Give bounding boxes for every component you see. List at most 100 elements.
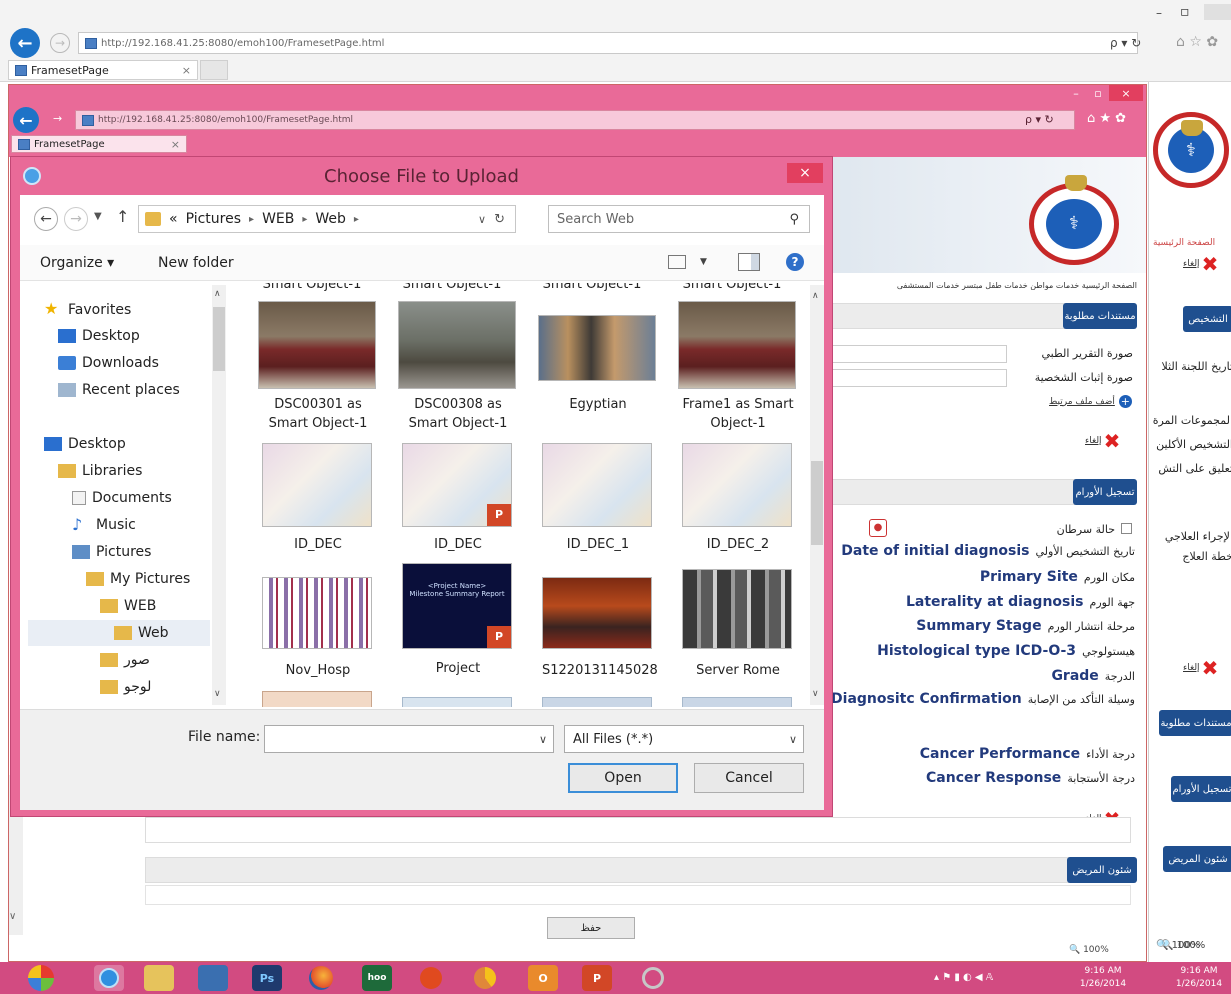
inner-zoom-indicator[interactable]: 🔍 100%	[1069, 945, 1109, 955]
file-grid-scrollbar[interactable]: ∧ ∨	[810, 285, 824, 705]
file-item[interactable]: P ID_DEC	[402, 443, 514, 554]
inner-close-button[interactable]: ×	[1109, 85, 1143, 101]
file-item[interactable]: DSC00301 as Smart Object-1	[258, 301, 378, 433]
calendar-icon[interactable]: ●	[869, 519, 887, 537]
right-tab-patient[interactable]: شئون المريض	[1163, 846, 1231, 872]
forward-arrow-icon[interactable]: →	[50, 33, 70, 53]
inner-back-arrow-icon[interactable]: ←	[13, 107, 39, 133]
clock-1[interactable]: 9:16 AM 1/26/2014	[1072, 965, 1134, 991]
photoshop-icon[interactable]: Ps	[252, 965, 282, 991]
id-proof-field[interactable]	[831, 369, 1007, 387]
cancel-button[interactable]: Cancel	[694, 763, 804, 793]
nav-pane-scrollbar[interactable]: ∧ ∨	[212, 285, 226, 705]
right-breadcrumb[interactable]: الصفحة الرئيسية	[1153, 238, 1215, 248]
breadcrumb-pictures[interactable]: Pictures	[186, 211, 241, 227]
dialog-search-input[interactable]: Search Web ⚲	[548, 205, 810, 233]
breadcrumb-overflow[interactable]: «	[169, 211, 178, 227]
nav-scroll-thumb[interactable]	[213, 307, 225, 371]
dialog-up-icon[interactable]: ↑	[116, 207, 129, 226]
nav-folder-arabic-2[interactable]: لوجو	[100, 679, 151, 695]
new-folder-button[interactable]: New folder	[158, 255, 234, 271]
breadcrumb-dropdown-icon[interactable]: ∨	[478, 213, 486, 226]
right-delete-link[interactable]: إلغاء ✖	[1183, 254, 1218, 274]
nav-desktop[interactable]: Desktop	[44, 436, 126, 452]
inner-forward-arrow-icon[interactable]: →	[53, 112, 62, 125]
firefox-icon[interactable]	[306, 965, 336, 991]
tab-patient-affairs[interactable]: شئون المريض	[1067, 857, 1137, 883]
file-item[interactable]: Nov_Hosp	[262, 577, 374, 680]
grid-scroll-thumb[interactable]	[811, 461, 823, 545]
dialog-close-button[interactable]: ×	[787, 163, 823, 183]
dialog-back-icon[interactable]: ←	[34, 207, 58, 231]
medical-report-field[interactable]	[831, 345, 1007, 363]
view-dropdown-icon[interactable]: ▼	[700, 257, 707, 267]
open-button[interactable]: Open	[568, 763, 678, 793]
page-breadcrumb[interactable]: الصفحة الرئيسية خدمات مواطن خدمات طفل مب…	[839, 281, 1137, 290]
nav-fav-recent[interactable]: Recent places	[58, 382, 180, 398]
tab-required-docs[interactable]: مستندات مطلوبة	[1063, 303, 1137, 329]
powerpoint-icon[interactable]: P	[582, 965, 612, 991]
hoo-icon[interactable]: hoo	[362, 965, 392, 991]
help-icon[interactable]: ?	[786, 253, 804, 271]
outlook-icon[interactable]: O	[528, 965, 558, 991]
inner-scroll-down-icon[interactable]: ∨	[9, 911, 16, 922]
preview-pane-icon[interactable]	[738, 253, 760, 271]
nav-scroll-down-icon[interactable]: ∨	[214, 689, 221, 699]
file-name-input[interactable]: ∨	[264, 725, 554, 753]
outer-search-refresh-icons[interactable]: ρ ▾ ↻	[1110, 36, 1141, 50]
media-icon[interactable]	[416, 965, 446, 991]
file-item[interactable]: Frame1 as Smart Object-1	[678, 301, 798, 433]
outer-minimize-button[interactable]: –	[1156, 6, 1162, 20]
dialog-forward-icon[interactable]: →	[64, 207, 88, 231]
grid-scroll-up-icon[interactable]: ∧	[812, 291, 819, 301]
nav-my-pictures[interactable]: My Pictures	[86, 571, 190, 587]
breadcrumb-web[interactable]: Web	[315, 211, 346, 227]
file-name-dropdown-icon[interactable]: ∨	[539, 733, 547, 746]
tab-tumor-registry[interactable]: تسجيل الأورام	[1073, 479, 1137, 505]
back-arrow-icon[interactable]: ←	[10, 28, 40, 58]
outer-zoom-indicator[interactable]: 🔍 100%	[1156, 940, 1200, 951]
file-item[interactable]: DSC00308 as Smart Object-1	[398, 301, 518, 433]
inner-tab-close-icon[interactable]: ×	[171, 138, 180, 151]
nav-fav-downloads[interactable]: Downloads	[58, 355, 159, 371]
file-item[interactable]: ID_DEC_1	[542, 443, 654, 554]
chrome-like-icon[interactable]	[470, 965, 500, 991]
outer-new-tab-button[interactable]	[200, 60, 228, 80]
file-item[interactable]: Egyptian	[538, 315, 658, 414]
file-type-select[interactable]: All Files (*.*) ∨	[564, 725, 804, 753]
inner-search-refresh-icons[interactable]: ρ ▾ ↻	[1025, 113, 1054, 126]
view-options-icon[interactable]	[668, 255, 686, 269]
outer-maximize-button[interactable]: ▫	[1180, 4, 1190, 20]
start-icon[interactable]	[26, 965, 56, 991]
breadcrumb-web-upper[interactable]: WEB	[262, 211, 294, 227]
nav-folder-arabic-1[interactable]: صور	[100, 652, 150, 668]
nav-scroll-up-icon[interactable]: ∧	[214, 289, 221, 299]
organize-button[interactable]: Organize ▾	[40, 255, 114, 271]
right-tab-diagnosis[interactable]: التشخيص	[1183, 306, 1231, 332]
nav-documents[interactable]: Documents	[72, 490, 172, 506]
nav-music[interactable]: ♪ Music	[72, 517, 136, 534]
inner-home-star-gear-icons[interactable]: ⌂ ★ ✿	[1087, 111, 1126, 126]
nav-web-upper[interactable]: WEB	[100, 598, 156, 614]
file-item[interactable]: <Project Name> Milestone Summary Report …	[402, 563, 514, 678]
nav-libraries[interactable]: Libraries	[58, 463, 142, 479]
right-delete-link-2[interactable]: إلغاء ✖	[1183, 658, 1218, 678]
ie-icon[interactable]	[94, 965, 124, 991]
right-tab-tumor[interactable]: تسجيل الأورام	[1171, 776, 1231, 802]
dialog-breadcrumb-bar[interactable]: « Pictures ▸ WEB ▸ Web ▸ ∨ ↻	[138, 205, 516, 233]
delete-link-1[interactable]: إلغاء ✖	[1085, 431, 1120, 451]
clock-2[interactable]: 9:16 AM 1/26/2014	[1168, 965, 1230, 991]
nav-web[interactable]: Web	[114, 625, 169, 641]
outer-close-button[interactable]	[1204, 4, 1231, 20]
inner-address-bar[interactable]: http://192.168.41.25:8080/emoh100/Frames…	[75, 110, 1075, 130]
dialog-recent-dropdown-icon[interactable]: ▼	[94, 211, 102, 222]
file-item[interactable]: ID_DEC	[262, 443, 374, 554]
inner-tab-frameset[interactable]: FramesetPage ×	[11, 135, 187, 153]
outer-address-bar[interactable]: http://192.168.41.25:8080/emoh100/Frames…	[78, 32, 1138, 54]
refresh-icon[interactable]: ↻	[494, 212, 505, 227]
grid-scroll-down-icon[interactable]: ∨	[812, 689, 819, 699]
file-type-dropdown-icon[interactable]: ∨	[789, 733, 797, 746]
outer-tab-frameset[interactable]: FramesetPage ×	[8, 60, 198, 80]
file-item[interactable]: S1220131145028	[542, 577, 658, 680]
explorer-icon[interactable]	[144, 965, 174, 991]
